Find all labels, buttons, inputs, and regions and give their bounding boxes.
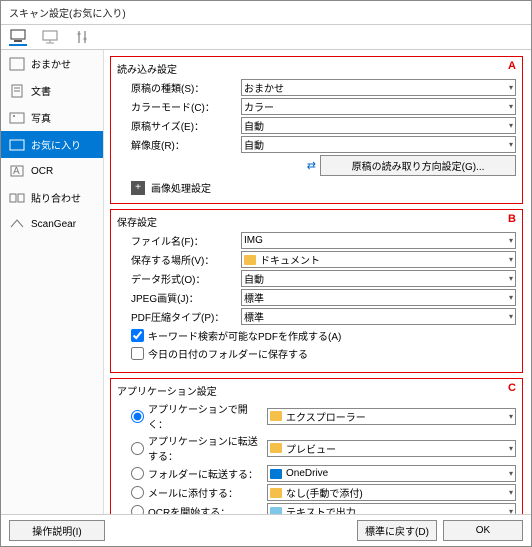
select-jpeg[interactable]: 標準▾ xyxy=(241,289,516,306)
scanner-network-icon[interactable] xyxy=(41,28,59,46)
sidebar-item-label: ScanGear xyxy=(31,219,76,230)
select-pdf[interactable]: 標準▾ xyxy=(241,308,516,325)
label-jpeg: JPEG画質(J)： xyxy=(131,290,237,305)
sidebar-item-label: おまかせ xyxy=(31,56,71,71)
tools-icon[interactable] xyxy=(73,28,91,46)
radio-label: OCRを開始する： xyxy=(148,504,263,514)
sidebar-item-auto[interactable]: おまかせ xyxy=(1,50,103,77)
reset-button[interactable]: 標準に戻す(D) xyxy=(357,520,437,541)
footer: 操作説明(I) 標準に戻す(D) OK xyxy=(1,514,531,546)
section-marker-c: C xyxy=(508,382,516,394)
label-filename: ファイル名(F)： xyxy=(131,233,237,248)
radio-ocr[interactable] xyxy=(131,505,144,514)
label-pdf: PDF圧縮タイプ(P)： xyxy=(131,309,237,324)
section-title: 保存設定 xyxy=(117,214,516,229)
expand-icon[interactable]: + xyxy=(131,181,145,195)
window-title: スキャン設定(お気に入り) xyxy=(1,1,531,24)
sidebar-item-label: 貼り合わせ xyxy=(31,190,81,205)
select-source[interactable]: おまかせ▾ xyxy=(241,79,516,96)
select-color[interactable]: カラー▾ xyxy=(241,98,516,115)
radio-send-app[interactable] xyxy=(131,442,144,455)
section-title: アプリケーション設定 xyxy=(117,383,516,398)
sidebar-item-ocr[interactable]: A OCR xyxy=(1,158,103,184)
sidebar-item-stitch[interactable]: 貼り合わせ xyxy=(1,184,103,211)
select-mail[interactable]: なし(手動で添付)▾ xyxy=(267,484,516,501)
preview-icon xyxy=(270,443,282,453)
orientation-button[interactable]: 原稿の読み取り方向設定(G)... xyxy=(320,155,516,176)
sidebar-item-document[interactable]: 文書 xyxy=(1,77,103,104)
help-button[interactable]: 操作説明(I) xyxy=(9,520,105,541)
scanner-local-icon[interactable] xyxy=(9,28,27,46)
toolbar xyxy=(1,24,531,50)
select-size[interactable]: 自動▾ xyxy=(241,117,516,134)
label-source: 原稿の種類(S)： xyxy=(131,80,237,95)
folder-icon xyxy=(244,255,256,265)
checkbox-label: 今日の日付のフォルダーに保存する xyxy=(148,346,308,361)
select-ocr[interactable]: テキストで出力▾ xyxy=(267,503,516,514)
select-send-app[interactable]: プレビュー▾ xyxy=(267,440,516,457)
select-open-app[interactable]: エクスプローラー▾ xyxy=(267,408,516,425)
sidebar: おまかせ 文書 写真 お気に入り A OCR 貼り合わせ ScanGear xyxy=(1,50,104,514)
checkbox-searchable-pdf[interactable] xyxy=(131,329,144,342)
radio-send-folder[interactable] xyxy=(131,467,144,480)
sidebar-item-label: OCR xyxy=(31,166,53,177)
section-marker-a: A xyxy=(508,60,516,72)
section-app-settings: C アプリケーション設定 アプリケーションで開く：エクスプローラー▾ アプリケー… xyxy=(110,378,523,514)
sidebar-item-scangear[interactable]: ScanGear xyxy=(1,211,103,237)
explorer-icon xyxy=(270,411,282,421)
section-save-settings: B 保存設定 ファイル名(F)： IMG▾ 保存する場所(V)： ドキュメント▾ デ… xyxy=(110,209,523,373)
radio-label: アプリケーションに転送する： xyxy=(148,433,263,463)
sidebar-item-photo[interactable]: 写真 xyxy=(1,104,103,131)
mail-icon xyxy=(270,488,282,498)
label-folder: 保存する場所(V)： xyxy=(131,252,237,267)
text-icon xyxy=(270,507,282,515)
image-processing-label: 画像処理設定 xyxy=(151,180,211,195)
radio-label: アプリケーションで開く： xyxy=(148,401,263,431)
section-marker-b: B xyxy=(508,213,516,225)
section-title: 読み込み設定 xyxy=(117,61,516,76)
label-size: 原稿サイズ(E)： xyxy=(131,118,237,133)
label-color: カラーモード(C)： xyxy=(131,99,237,114)
checkbox-label: キーワード検索が可能なPDFを作成する(A) xyxy=(148,328,341,343)
ok-button[interactable]: OK xyxy=(443,520,523,541)
select-send-folder[interactable]: OneDrive▾ xyxy=(267,465,516,482)
select-folder[interactable]: ドキュメント▾ xyxy=(241,251,516,268)
sidebar-item-favorite[interactable]: お気に入り xyxy=(1,131,103,158)
swap-icon[interactable]: ⇄ xyxy=(307,159,316,172)
section-scan-settings: A 読み込み設定 原稿の種類(S)： おまかせ▾ カラーモード(C)： カラー▾ 原… xyxy=(110,56,523,204)
label-resolution: 解像度(R)： xyxy=(131,137,237,152)
sidebar-item-label: 文書 xyxy=(31,83,51,98)
select-format[interactable]: 自動▾ xyxy=(241,270,516,287)
sidebar-item-label: お気に入り xyxy=(31,137,81,152)
sidebar-item-label: 写真 xyxy=(31,110,51,125)
radio-mail[interactable] xyxy=(131,486,144,499)
input-filename[interactable]: IMG▾ xyxy=(241,232,516,249)
radio-open-app[interactable] xyxy=(131,410,144,423)
radio-label: メールに添付する： xyxy=(148,485,263,500)
radio-label: フォルダーに転送する： xyxy=(148,466,263,481)
label-format: データ形式(O)： xyxy=(131,271,237,286)
onedrive-icon xyxy=(270,469,282,479)
select-resolution[interactable]: 自動▾ xyxy=(241,136,516,153)
svg-text:A: A xyxy=(13,166,20,177)
checkbox-date-folder[interactable] xyxy=(131,347,144,360)
